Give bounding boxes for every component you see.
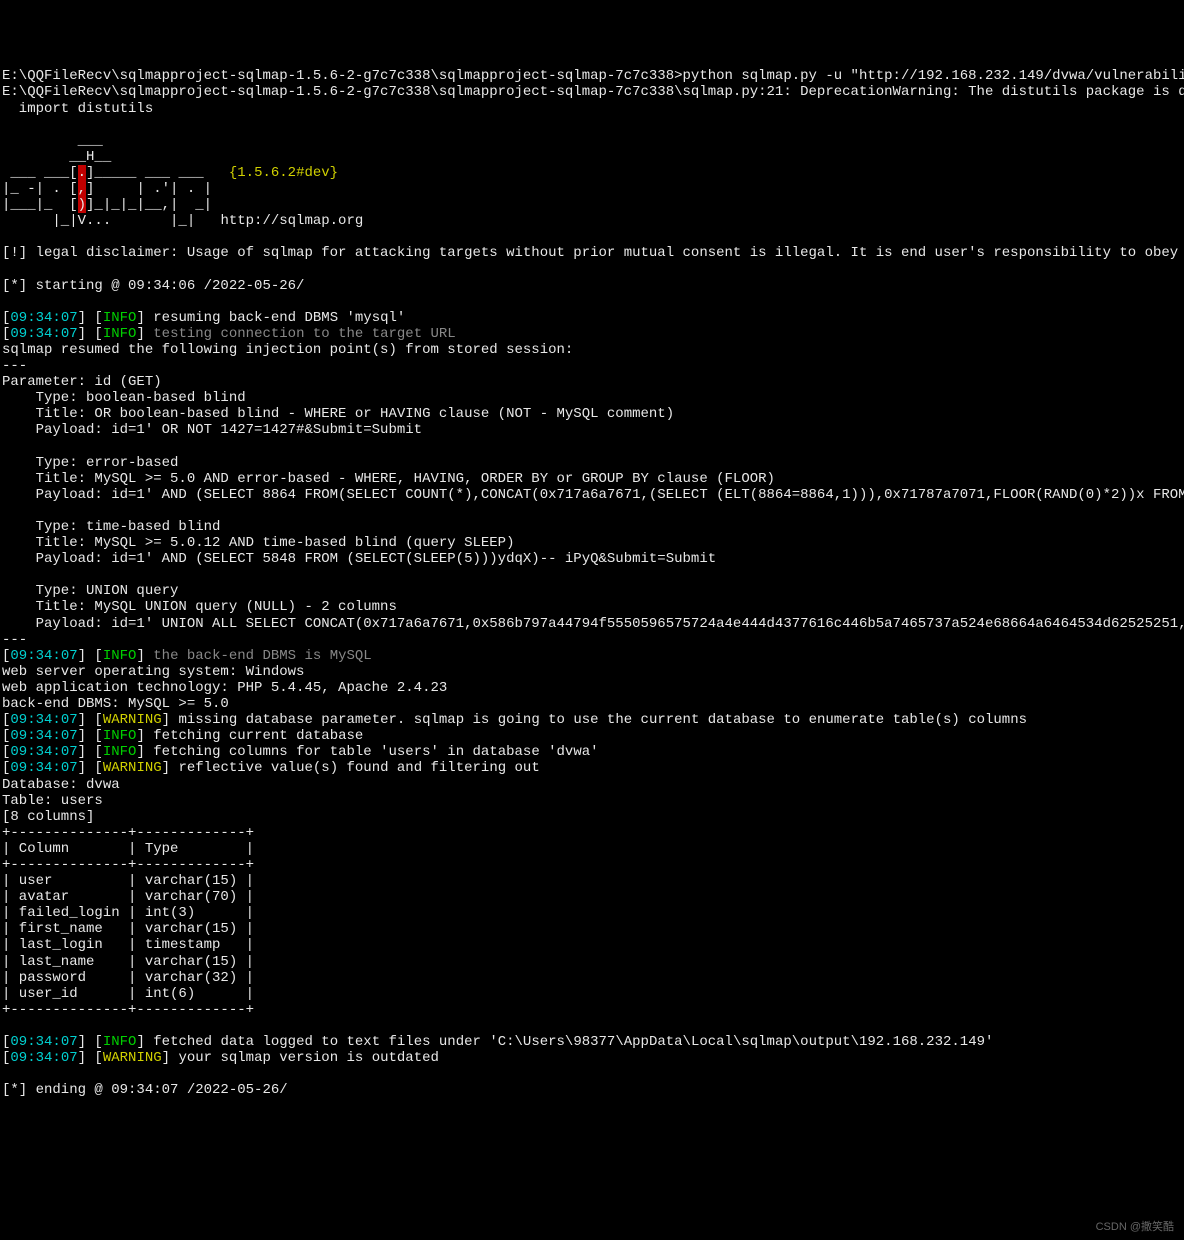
log-line: [09:34:07] [INFO] the back-end DBMS is M… bbox=[2, 648, 372, 664]
version-string: {1.5.6.2#dev} bbox=[229, 165, 338, 181]
injection-title: Title: MySQL >= 5.0.12 AND time-based bl… bbox=[2, 535, 514, 551]
injection-type: Type: boolean-based blind bbox=[2, 390, 246, 406]
table-name: Table: users bbox=[2, 793, 103, 809]
columns-count: [8 columns] bbox=[2, 809, 94, 825]
prompt-line: E:\QQFileRecv\sqlmapproject-sqlmap-1.5.6… bbox=[2, 68, 1184, 84]
injection-title: Title: OR boolean-based blind - WHERE or… bbox=[2, 406, 674, 422]
server-info: web application technology: PHP 5.4.45, … bbox=[2, 680, 447, 696]
terminal-output: E:\QQFileRecv\sqlmapproject-sqlmap-1.5.6… bbox=[0, 64, 1184, 1102]
database-name: Database: dvwa bbox=[2, 777, 120, 793]
table-border: +--------------+-------------+ bbox=[2, 857, 254, 873]
injection-type: Type: error-based bbox=[2, 455, 178, 471]
injection-title: Title: MySQL >= 5.0 AND error-based - WH… bbox=[2, 471, 775, 487]
start-line: [*] starting @ 09:34:06 /2022-05-26/ bbox=[2, 278, 304, 294]
log-line: [09:34:07] [WARNING] missing database pa… bbox=[2, 712, 1027, 728]
injection-type: Type: time-based blind bbox=[2, 519, 220, 535]
injection-payload: Payload: id=1' OR NOT 1427=1427#&Submit=… bbox=[2, 422, 422, 438]
log-line: [09:34:07] [INFO] resuming back-end DBMS… bbox=[2, 310, 405, 326]
server-info: web server operating system: Windows bbox=[2, 664, 304, 680]
table-border: +--------------+-------------+ bbox=[2, 825, 254, 841]
parameter-line: Parameter: id (GET) bbox=[2, 374, 162, 390]
table-header: | Column | Type | bbox=[2, 841, 254, 857]
deprecation-warning: E:\QQFileRecv\sqlmapproject-sqlmap-1.5.6… bbox=[2, 84, 1184, 100]
injection-title: Title: MySQL UNION query (NULL) - 2 colu… bbox=[2, 599, 397, 615]
legal-disclaimer: [!] legal disclaimer: Usage of sqlmap fo… bbox=[2, 245, 1184, 261]
log-line: [09:34:07] [INFO] testing connection to … bbox=[2, 326, 456, 342]
separator: --- bbox=[2, 358, 27, 374]
table-border: +--------------+-------------+ bbox=[2, 1002, 254, 1018]
injection-payload: Payload: id=1' AND (SELECT 5848 FROM (SE… bbox=[2, 551, 716, 567]
table-rows: | user | varchar(15) | | avatar | varcha… bbox=[2, 873, 254, 1002]
log-line: [09:34:07] [WARNING] reflective value(s)… bbox=[2, 760, 540, 776]
resumed-line: sqlmap resumed the following injection p… bbox=[2, 342, 573, 358]
log-line: [09:34:07] [INFO] fetched data logged to… bbox=[2, 1034, 993, 1050]
end-line: [*] ending @ 09:34:07 /2022-05-26/ bbox=[2, 1082, 288, 1098]
injection-payload: Payload: id=1' UNION ALL SELECT CONCAT(0… bbox=[2, 616, 1184, 632]
import-line: import distutils bbox=[2, 101, 153, 117]
ascii-art: ___ __H__ ___ ___[.]_____ ___ ___ {1.5.6… bbox=[2, 133, 363, 229]
log-line: [09:34:07] [INFO] fetching columns for t… bbox=[2, 744, 599, 760]
separator: --- bbox=[2, 632, 27, 648]
log-line: [09:34:07] [WARNING] your sqlmap version… bbox=[2, 1050, 439, 1066]
server-info: back-end DBMS: MySQL >= 5.0 bbox=[2, 696, 229, 712]
watermark: CSDN @撒笑酷 bbox=[1096, 1221, 1174, 1234]
injection-type: Type: UNION query bbox=[2, 583, 178, 599]
site-url: http://sqlmap.org bbox=[220, 213, 363, 229]
log-line: [09:34:07] [INFO] fetching current datab… bbox=[2, 728, 363, 744]
injection-payload: Payload: id=1' AND (SELECT 8864 FROM(SEL… bbox=[2, 487, 1184, 503]
